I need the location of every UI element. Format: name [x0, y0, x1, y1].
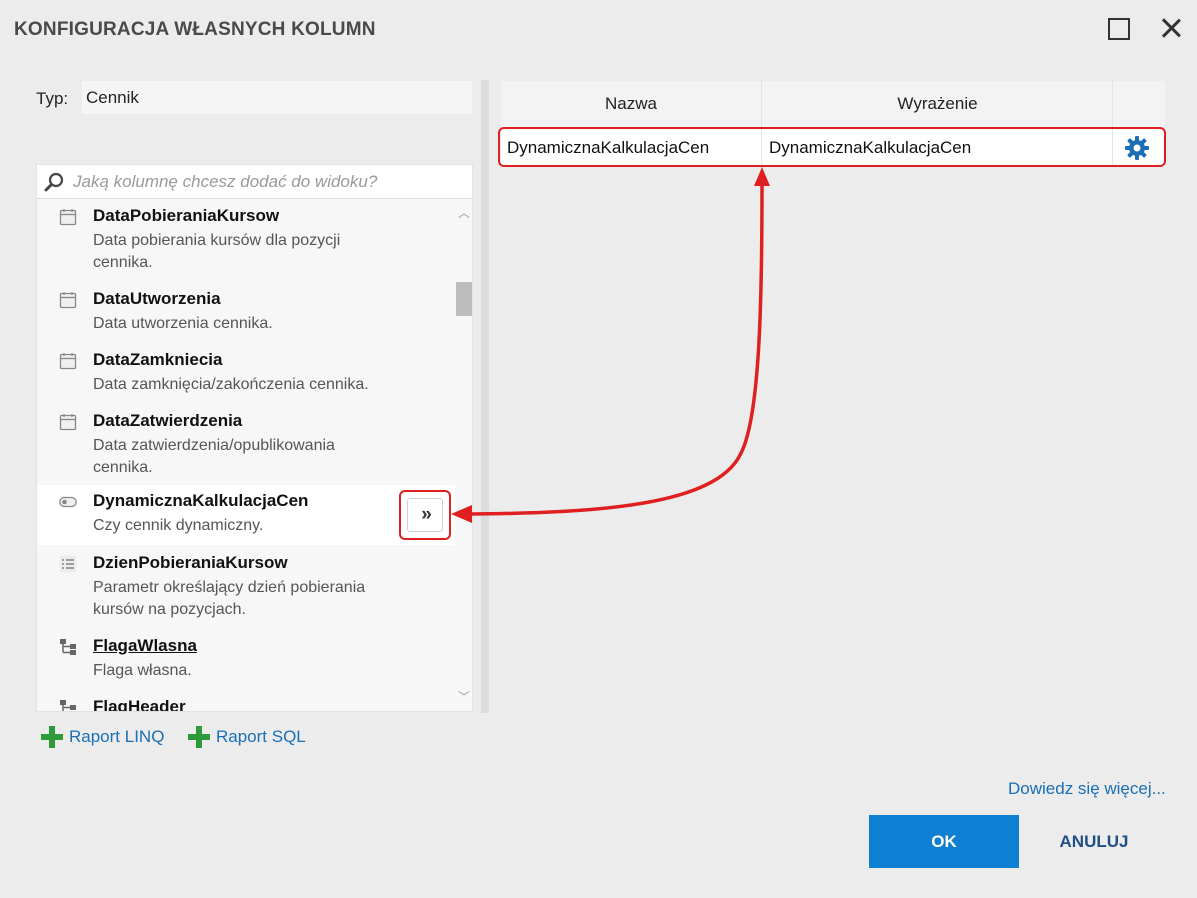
list-item-name: DataUtworzenia — [93, 289, 221, 308]
list-item-datazatwierdzenia[interactable]: DataZatwierdzenia Data zatwierdzenia/opu… — [37, 405, 455, 487]
close-button[interactable] — [1158, 14, 1186, 42]
cell-expression[interactable]: DynamicznaKalkulacjaCen — [763, 129, 1113, 167]
toggle-icon — [59, 496, 77, 508]
list-item-flagawlasna[interactable]: FlagaWlasna Flaga własna. — [37, 630, 455, 690]
list-item-name: DzienPobieraniaKursow — [93, 553, 288, 572]
list-item-description: Flaga własna. — [93, 662, 192, 679]
add-raport-sql-button[interactable]: Raport SQL — [188, 726, 318, 750]
list-item-flagheader[interactable]: FlagHeader — [37, 691, 455, 712]
list-item-name: DynamicznaKalkulacjaCen — [93, 491, 309, 510]
type-label: Typ: — [36, 89, 69, 108]
list-icon — [59, 555, 77, 573]
raport-linq-label: Raport LINQ — [69, 727, 165, 746]
search-input[interactable] — [73, 170, 463, 194]
cancel-button[interactable]: ANULUJ — [1040, 815, 1148, 868]
ok-button[interactable]: OK — [869, 815, 1019, 868]
list-item-dynamicznakalkulacjacen[interactable]: DynamicznaKalkulacjaCen Czy cennik dynam… — [37, 485, 455, 545]
list-item-name: FlagHeader — [93, 697, 186, 712]
column-list: DataPobieraniaKursow Data pobierania kur… — [37, 200, 455, 712]
list-scrollbar[interactable]: ︿ ﹀ — [455, 200, 472, 711]
list-item-datapobieraniakursow[interactable]: DataPobieraniaKursow Data pobierania kur… — [37, 200, 455, 282]
list-item-description: Data utworzenia cennika. — [93, 315, 273, 332]
calendar-icon — [59, 292, 77, 309]
scroll-thumb[interactable] — [456, 282, 472, 316]
table-row[interactable]: DynamicznaKalkulacjaCen DynamicznaKalkul… — [501, 129, 1165, 167]
plus-icon — [41, 726, 63, 748]
panel-splitter[interactable] — [481, 80, 489, 713]
column-header-actions — [1114, 81, 1165, 127]
list-item-description: Data pobierania kursów dla pozycji cenni… — [93, 232, 341, 271]
dialog-title: KONFIGURACJA WŁASNYCH KOLUMN — [14, 19, 376, 40]
calendar-icon — [59, 209, 77, 226]
double-chevron-right-icon: » — [407, 498, 443, 532]
column-list-panel: DataPobieraniaKursow Data pobierania kur… — [36, 164, 473, 712]
list-item-name: DataZatwierdzenia — [93, 411, 243, 430]
list-item-datautworzenia[interactable]: DataUtworzenia Data utworzenia cennika. — [37, 283, 455, 343]
add-raport-linq-button[interactable]: Raport LINQ — [41, 726, 181, 750]
list-item-name: FlagaWlasna — [93, 636, 197, 655]
search-box — [37, 165, 472, 199]
scroll-down-icon[interactable]: ﹀ — [457, 690, 471, 704]
calendar-icon — [59, 414, 77, 431]
list-item-datazamkniecia[interactable]: DataZamkniecia Data zamknięcia/zakończen… — [37, 344, 455, 404]
list-item-description: Czy cennik dynamiczny. — [93, 517, 264, 534]
maximize-button[interactable] — [1104, 14, 1132, 42]
list-item-description: Data zatwierdzenia/opublikowania cennika… — [93, 437, 335, 476]
raport-sql-label: Raport SQL — [216, 727, 306, 746]
list-item-dzienpobieraniakursow[interactable]: DzienPobieraniaKursow Parametr określają… — [37, 547, 455, 629]
add-column-button[interactable]: » — [399, 490, 451, 540]
calendar-icon — [59, 353, 77, 370]
grid-header: Nazwa Wyrażenie — [501, 81, 1165, 127]
list-item-name: DataZamkniecia — [93, 350, 223, 369]
type-field: Cennik — [82, 81, 472, 114]
gear-icon[interactable] — [1123, 134, 1151, 162]
plus-icon — [188, 726, 210, 748]
custom-columns-grid: Nazwa Wyrażenie DynamicznaKalkulacjaCen … — [498, 81, 1166, 713]
title-bar: KONFIGURACJA WŁASNYCH KOLUMN — [0, 0, 1197, 58]
list-item-description: Data zamknięcia/zakończenia cennika. — [93, 376, 369, 393]
list-item-description: Parametr określający dzień pobierania ku… — [93, 579, 366, 618]
learn-more-link[interactable]: Dowiedz się więcej... — [1008, 779, 1166, 799]
scroll-up-icon[interactable]: ︿ — [457, 206, 471, 220]
hierarchy-icon — [60, 639, 76, 655]
cell-name[interactable]: DynamicznaKalkulacjaCen — [501, 129, 762, 167]
column-header-name[interactable]: Nazwa — [501, 81, 762, 127]
column-header-expression[interactable]: Wyrażenie — [763, 81, 1113, 127]
hierarchy-icon — [60, 700, 76, 711]
list-item-name: DataPobieraniaKursow — [93, 206, 280, 225]
search-icon — [44, 172, 64, 192]
